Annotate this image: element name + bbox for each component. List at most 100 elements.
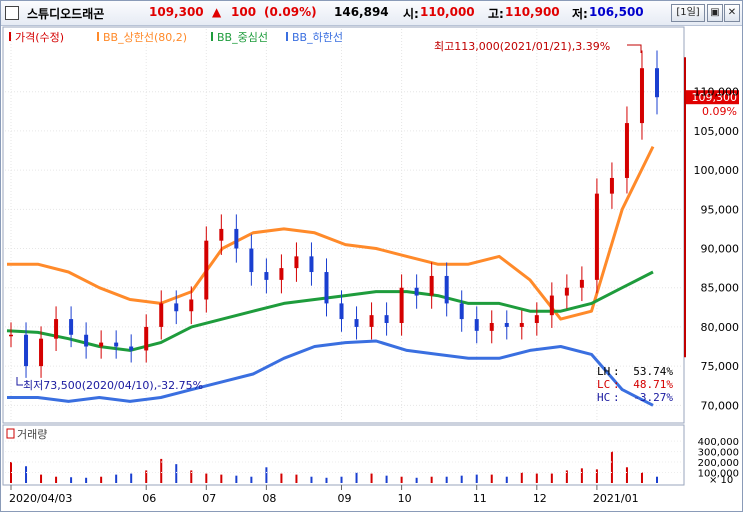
volume-bar — [656, 476, 658, 483]
candle-body — [414, 287, 419, 296]
volume-panel-title: 거래량 — [17, 428, 47, 441]
candle-body — [24, 334, 29, 367]
volume-multiplier: × 10 — [709, 475, 733, 486]
volume-bar — [370, 473, 373, 483]
y-tick-label: 80,000 — [701, 321, 740, 334]
candle-body — [69, 319, 74, 335]
candle-body — [39, 338, 44, 367]
volume-bar — [460, 475, 463, 483]
x-tick-label: 2020/04/03 — [9, 492, 72, 505]
y-tick-label: 85,000 — [701, 282, 740, 295]
candle-body — [444, 275, 449, 304]
volume-bar — [25, 466, 28, 483]
volume-bar — [580, 468, 583, 483]
current-pct-tag: 0.09% — [702, 105, 737, 118]
candle-body — [279, 268, 284, 280]
candle-body — [54, 319, 59, 339]
volume-bar — [610, 451, 613, 483]
y-tick-label: 75,000 — [701, 360, 740, 373]
legend-item-label: 가격(수정) — [15, 31, 64, 44]
volume-bar — [100, 476, 103, 483]
candle-body — [114, 342, 119, 347]
candle-body — [384, 315, 389, 323]
candle-body — [639, 68, 644, 124]
volume-bar — [400, 476, 403, 483]
candle-body — [489, 323, 494, 331]
volume-bar — [70, 477, 73, 483]
candle-body — [264, 272, 269, 280]
x-tick-label: 12 — [533, 492, 547, 505]
volume-bar — [175, 464, 178, 483]
volume-bar — [490, 474, 493, 483]
x-tick-label: 10 — [398, 492, 412, 505]
candle-body — [249, 248, 254, 273]
stat-colon: : — [613, 365, 620, 378]
legend-swatch — [286, 32, 288, 41]
candle-body — [504, 323, 509, 327]
low-label: 저: — [572, 7, 588, 21]
volume-bar — [295, 474, 298, 483]
volume-bar — [235, 475, 238, 483]
select-checkbox[interactable] — [5, 6, 19, 20]
x-axis: 2020/04/03 06 07 08 09 10 11 12 2021/01 — [9, 485, 639, 505]
volume-bar — [280, 473, 283, 483]
candle-body — [655, 68, 659, 98]
volume-bar — [325, 477, 328, 483]
x-tick-label: 2021/01 — [593, 492, 639, 505]
change-arrow-icon: ▲ — [212, 5, 222, 19]
volume-bar — [415, 477, 418, 483]
volume-bar — [445, 476, 448, 483]
candle-body — [609, 177, 614, 194]
open-label: 시: — [403, 7, 419, 21]
y-tick-label: 100,000 — [694, 164, 740, 177]
volume-bar — [265, 467, 268, 483]
stock-header-bar: 스튜디오드래곤 109,300 ▲ 100 (0.09%) 146,894 시:… — [1, 1, 742, 26]
y-tick-label: 70,000 — [701, 399, 740, 412]
volume-bar — [535, 473, 538, 483]
price-change-pct: (0.09%) — [264, 5, 317, 19]
open-value: 110,000 — [420, 5, 475, 19]
volume-bar — [505, 476, 508, 483]
legend-swatch — [9, 32, 11, 41]
candle-body — [189, 299, 194, 312]
candle-body — [459, 303, 464, 320]
stat-label: LC — [597, 378, 610, 391]
current-price: 109,300 — [149, 5, 204, 19]
stock-name: 스튜디오드래곤 — [27, 7, 105, 21]
low-value: 106,500 — [589, 5, 644, 19]
high-label: 고: — [488, 7, 504, 21]
volume-bar — [640, 472, 643, 483]
candle-body — [294, 256, 299, 269]
y-tick-label: 95,000 — [701, 203, 740, 216]
volume-bar — [115, 474, 118, 483]
candle-body — [594, 193, 599, 280]
y-axis: 70,000 75,000 80,000 85,000 90,000 95,000 100,… — [694, 86, 740, 413]
candle-body — [129, 346, 134, 351]
volume-tick-label: 400,000 — [698, 437, 739, 448]
volume-bar — [340, 476, 343, 483]
period-button[interactable]: [1일] — [671, 4, 705, 22]
close-button[interactable]: ✕ — [724, 4, 740, 22]
price-chart: 가격(수정) BB_상한선(80,2) BB_중심선 BB_하한선 최고113,000… — [2, 26, 740, 505]
candle-body — [429, 275, 434, 296]
volume-value: 146,894 — [334, 5, 389, 19]
stat-value: 53.74% — [633, 365, 673, 378]
legend-swatch — [211, 32, 213, 41]
candle-body — [174, 303, 179, 312]
volume-bar — [520, 472, 523, 483]
volume-tick-label: 300,000 — [698, 448, 739, 459]
maximize-button[interactable]: ▣ — [707, 4, 723, 22]
volume-bar — [205, 473, 208, 483]
stat-value: -3.27% — [633, 391, 673, 404]
stat-colon: : — [613, 391, 620, 404]
min-price-annotation: 최저73,500(2020/04/10),-32.75% — [23, 379, 203, 392]
volume-bar — [250, 476, 253, 483]
candle-body — [534, 315, 539, 323]
high-value: 110,900 — [505, 5, 560, 19]
max-price-annotation: 최고113,000(2021/01/21),3.39% — [434, 40, 610, 53]
candle-body — [219, 228, 224, 241]
legend: 가격(수정) BB_상한선(80,2) BB_중심선 BB_하한선 — [9, 30, 343, 44]
candle-body — [324, 272, 329, 304]
x-tick-label: 09 — [338, 492, 352, 505]
stat-colon: : — [613, 378, 620, 391]
